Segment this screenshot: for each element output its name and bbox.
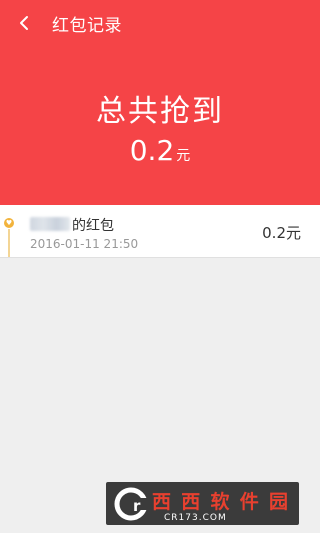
back-button[interactable]	[12, 11, 36, 35]
svg-text:西西软件园: 西西软件园	[152, 490, 288, 513]
record-amount: 0.2元	[262, 224, 301, 242]
record-time: 2016-01-11 21:50	[30, 237, 139, 251]
medal-icon: ♥	[4, 218, 14, 228]
page-title: 红包记录	[52, 15, 122, 36]
total-amount-value: 0.2	[129, 134, 175, 167]
timeline: ♥	[0, 205, 14, 257]
list-item[interactable]: ♥ 的红包 2016-01-11 21:50 0.2元	[0, 205, 320, 258]
svg-text:CR173.COM: CR173.COM	[164, 513, 227, 523]
watermark-wordmark: 西西软件园 CR173.COM	[152, 490, 288, 523]
summary-header: 红包记录 总共抢到 0.2 元	[0, 0, 320, 205]
watermark: r 西西软件园 CR173.COM	[106, 482, 299, 525]
record-title: 的红包	[72, 218, 114, 234]
timeline-rail	[8, 229, 10, 257]
total-label: 总共抢到	[96, 94, 224, 129]
sender-name-blurred	[30, 217, 70, 231]
total-amount-unit: 元	[176, 148, 191, 164]
total-amount: 0.2 元	[0, 134, 320, 167]
chevron-left-icon	[20, 16, 28, 30]
top-bar: 红包记录	[0, 0, 320, 46]
